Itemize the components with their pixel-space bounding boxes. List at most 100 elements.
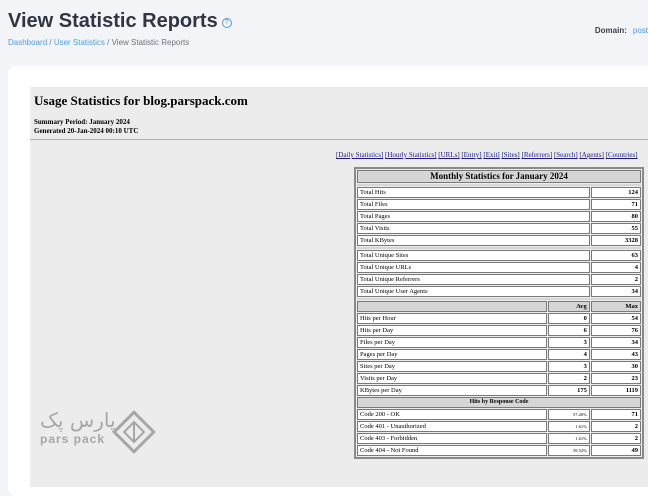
stat-percent: 1.61% xyxy=(547,421,590,432)
avg-max-header-row: Avg Max xyxy=(357,301,641,312)
monthly-statistics-table: Monthly Statistics for January 2024 Tota… xyxy=(354,167,644,459)
watermark-latin-text: pars pack xyxy=(40,432,106,446)
report-title: Usage Statistics for blog.parspack.com xyxy=(34,93,248,108)
monthly-title: Monthly Statistics for January 2024 xyxy=(357,170,641,183)
stat-percent: 39.52% xyxy=(547,445,590,456)
table-row: Total Visits 55 xyxy=(357,223,641,234)
nav-agents[interactable]: [Agents] xyxy=(579,151,604,159)
response-code-title: Hits by Response Code xyxy=(357,397,641,408)
table-row: Total Unique URLs 4 xyxy=(357,262,641,273)
stat-label: Hits per Hour xyxy=(357,313,547,324)
summary-period: Summary Period: January 2024 xyxy=(34,118,130,126)
stat-label: Total KBytes xyxy=(357,235,590,246)
stat-label: Total Pages xyxy=(357,211,590,222)
avg-header: Avg xyxy=(547,301,590,312)
divider xyxy=(30,139,648,140)
table-row: KBytes per Day 175 1119 xyxy=(357,385,641,396)
stat-max: 76 xyxy=(590,325,641,336)
stat-avg: 175 xyxy=(547,385,590,396)
table-row: Code 401 - Unauthorized 1.61% 2 xyxy=(357,421,641,432)
stat-value: 49 xyxy=(590,445,641,456)
stat-label: Sites per Day xyxy=(357,361,547,372)
nav-referrers[interactable]: [Referrers] xyxy=(522,151,553,159)
stat-value: 124 xyxy=(590,187,641,198)
table-row: Code 404 - Not Found 39.52% 49 xyxy=(357,445,641,456)
help-icon[interactable]: ? xyxy=(221,18,232,28)
stat-value: 2 xyxy=(590,274,641,285)
stat-label: Total Visits xyxy=(357,223,590,234)
breadcrumb-separator: / xyxy=(47,38,54,47)
stat-value: 71 xyxy=(590,409,641,420)
nav-search[interactable]: [Search] xyxy=(554,151,578,159)
stat-value: 2 xyxy=(590,433,641,444)
stat-label: Code 200 - OK xyxy=(357,409,547,420)
nav-entry[interactable]: [Entry] xyxy=(461,151,481,159)
stat-label: Total Unique User Agents xyxy=(357,286,590,297)
stat-avg: 0 xyxy=(547,313,590,324)
stat-value: 2 xyxy=(590,421,641,432)
stat-value: 63 xyxy=(590,250,641,261)
max-header: Max xyxy=(590,301,641,312)
domain-selector: Domain: post xyxy=(595,26,648,35)
table-row: Visits per Day 2 23 xyxy=(357,373,641,384)
stat-avg: 3 xyxy=(547,337,590,348)
stat-max: 34 xyxy=(590,337,641,348)
breadcrumb-separator: / xyxy=(104,38,112,47)
stat-label: Code 401 - Unauthorized xyxy=(357,421,547,432)
stat-avg: 3 xyxy=(547,361,590,372)
breadcrumb: Dashboard / User Statistics / View Stati… xyxy=(8,38,189,47)
table-row: Files per Day 3 34 xyxy=(357,337,641,348)
page-header: View Statistic Reports? xyxy=(8,10,232,33)
table-row: Code 200 - OK 57.26% 71 xyxy=(357,409,641,420)
stat-value: 55 xyxy=(590,223,641,234)
nav-sites[interactable]: [Sites] xyxy=(501,151,519,159)
stat-label: Total Hits xyxy=(357,187,590,198)
stat-max: 43 xyxy=(590,349,641,360)
domain-label: Domain: xyxy=(594,26,627,35)
stat-label: Code 403 - Forbidden xyxy=(357,433,547,444)
nav-exit[interactable]: [Exit] xyxy=(483,151,499,159)
stat-percent: 1.61% xyxy=(547,433,590,444)
stat-label: Total Unique Sites xyxy=(357,250,590,261)
stat-label: Total Unique URLs xyxy=(357,262,590,273)
nav-urls[interactable]: [URLs] xyxy=(438,151,459,159)
table-row: Hits per Hour 0 54 xyxy=(357,313,641,324)
table-row: Pages per Day 4 43 xyxy=(357,349,641,360)
nav-hourly-statistics[interactable]: [Hourly Statistics] xyxy=(385,151,437,159)
stat-percent: 57.26% xyxy=(547,409,590,420)
stat-avg: 6 xyxy=(547,325,590,336)
table-row: Total Unique User Agents 34 xyxy=(357,286,641,297)
table-row: Total Hits 124 xyxy=(357,187,641,198)
page-title: View Statistic Reports xyxy=(8,10,218,32)
watermark-persian-text: پارس پک xyxy=(40,408,116,432)
nav-countries[interactable]: [Countries] xyxy=(606,151,638,159)
stat-value: 4 xyxy=(590,262,641,273)
table-row: Hits per Day 6 76 xyxy=(357,325,641,336)
stat-label: Total Files xyxy=(357,199,590,210)
stat-label: KBytes per Day xyxy=(357,385,547,396)
stat-value: 71 xyxy=(590,199,641,210)
table-row: Total Unique Sites 63 xyxy=(357,250,641,261)
stat-avg: 2 xyxy=(547,373,590,384)
parspack-logo-icon xyxy=(112,410,156,454)
stat-value: 80 xyxy=(590,211,641,222)
nav-daily-statistics[interactable]: [Daily Statistics] xyxy=(336,151,383,159)
table-row: Code 403 - Forbidden 1.61% 2 xyxy=(357,433,641,444)
breadcrumb-user-statistics-link[interactable]: User Statistics xyxy=(54,38,105,47)
domain-value[interactable]: post xyxy=(633,26,648,35)
stat-label: Files per Day xyxy=(357,337,547,348)
stat-label: Visits per Day xyxy=(357,373,547,384)
stat-label: Code 404 - Not Found xyxy=(357,445,547,456)
breadcrumb-dashboard-link[interactable]: Dashboard xyxy=(8,38,47,47)
breadcrumb-current: View Statistic Reports xyxy=(111,38,190,47)
generated-date: Generated 20-Jan-2024 00:10 UTC xyxy=(34,127,139,135)
stat-max: 30 xyxy=(590,361,641,372)
stat-label: Total Unique Referrers xyxy=(357,274,590,285)
table-row: Total Unique Referrers 2 xyxy=(357,274,641,285)
table-row: Sites per Day 3 30 xyxy=(357,361,641,372)
stat-max: 1119 xyxy=(590,385,641,396)
stat-label: Hits per Day xyxy=(357,325,547,336)
report-summary: Summary Period: January 2024 Generated 2… xyxy=(34,118,138,136)
report-nav: [Daily Statistics] [Hourly Statistics] [… xyxy=(336,151,638,159)
stat-avg: 4 xyxy=(547,349,590,360)
